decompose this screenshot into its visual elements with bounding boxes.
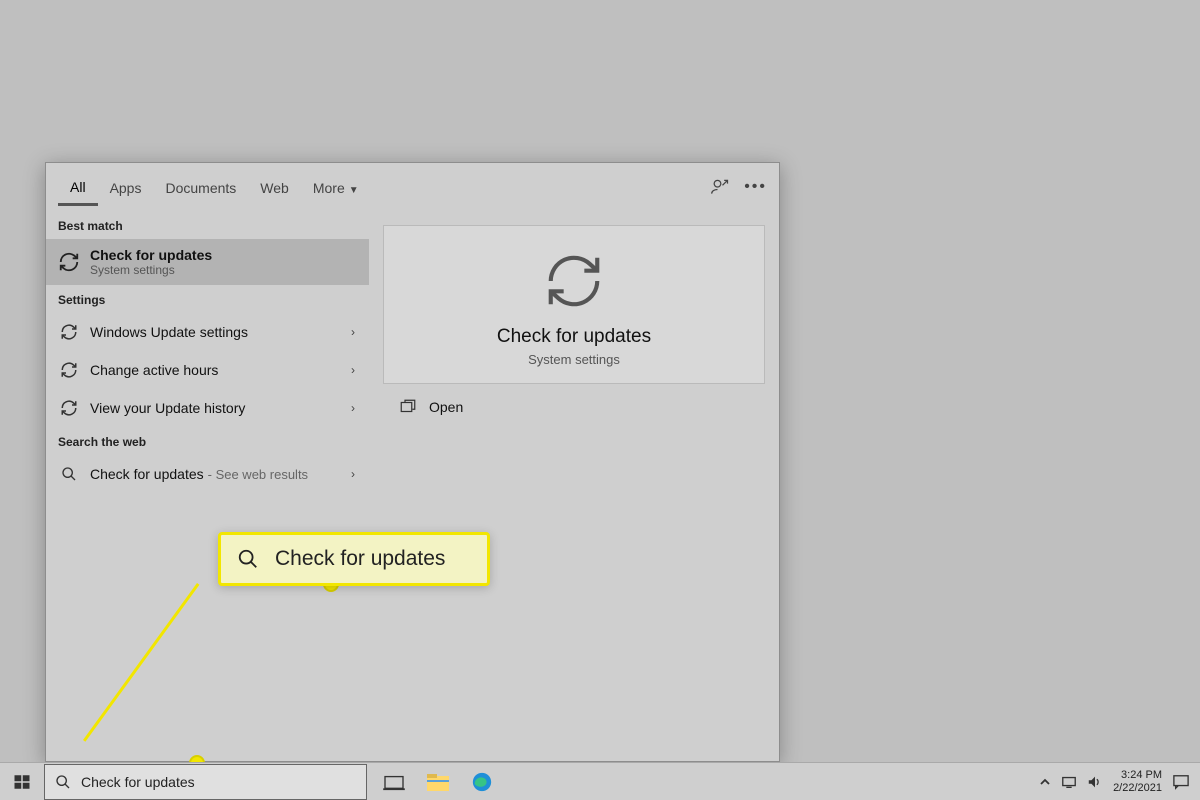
chevron-right-icon: › xyxy=(351,363,355,377)
chevron-right-icon: › xyxy=(351,401,355,415)
annotation-text: Check for updates xyxy=(275,547,445,571)
tab-all[interactable]: All xyxy=(58,169,98,206)
tab-web[interactable]: Web xyxy=(248,170,301,204)
section-header-web: Search the web xyxy=(46,427,369,455)
taskbar: Check for updates xyxy=(0,762,1200,800)
caret-down-icon: ▼ xyxy=(349,185,359,196)
network-icon[interactable] xyxy=(1061,775,1077,789)
result-web-search[interactable]: Check for updates - See web results › xyxy=(46,455,369,493)
search-tabs: All Apps Documents Web More ▼ ••• xyxy=(46,163,779,211)
refresh-icon xyxy=(58,251,80,273)
taskbar-search-box[interactable]: Check for updates xyxy=(44,764,367,800)
action-center-button[interactable] xyxy=(1172,774,1190,790)
tray-overflow-button[interactable] xyxy=(1039,776,1051,788)
refresh-icon xyxy=(58,397,80,419)
search-icon xyxy=(55,774,71,790)
chevron-right-icon: › xyxy=(351,467,355,481)
section-header-settings: Settings xyxy=(46,285,369,313)
preview-card: Check for updates System settings xyxy=(383,225,765,384)
results-list: Best match Check for updates System sett… xyxy=(46,211,369,761)
tab-apps[interactable]: Apps xyxy=(98,170,154,204)
result-title: Windows Update settings xyxy=(90,324,248,340)
result-windows-update-settings[interactable]: Windows Update settings › xyxy=(46,313,369,351)
result-preview: Check for updates System settings Open xyxy=(369,211,779,761)
result-title: View your Update history xyxy=(90,400,245,416)
result-change-active-hours[interactable]: Change active hours › xyxy=(46,351,369,389)
start-button[interactable] xyxy=(0,763,44,800)
search-results-panel: All Apps Documents Web More ▼ ••• Best ma… xyxy=(45,162,780,762)
system-tray: 3:24 PM 2/22/2021 xyxy=(1039,769,1200,795)
result-web-suffix: - See web results xyxy=(208,467,308,482)
preview-subtitle: System settings xyxy=(394,352,754,367)
search-icon xyxy=(237,548,259,570)
result-title: Change active hours xyxy=(90,362,218,378)
taskbar-clock[interactable]: 3:24 PM 2/22/2021 xyxy=(1113,769,1162,795)
refresh-icon xyxy=(58,321,80,343)
result-title: Check for updates xyxy=(90,247,212,263)
chevron-right-icon: › xyxy=(351,325,355,339)
section-header-best-match: Best match xyxy=(46,211,369,239)
volume-icon[interactable] xyxy=(1087,775,1103,789)
tab-more-label: More xyxy=(313,180,345,196)
windows-logo-icon xyxy=(13,773,31,791)
result-subtitle: System settings xyxy=(90,263,212,277)
result-title: Check for updates xyxy=(90,466,204,482)
preview-title: Check for updates xyxy=(394,326,754,348)
task-view-button[interactable] xyxy=(381,769,407,795)
more-options-icon[interactable]: ••• xyxy=(744,178,767,196)
feedback-icon[interactable] xyxy=(710,177,730,197)
search-icon xyxy=(58,463,80,485)
preview-action-open[interactable]: Open xyxy=(383,384,765,430)
file-explorer-button[interactable] xyxy=(425,769,451,795)
preview-action-label: Open xyxy=(429,399,463,415)
result-view-update-history[interactable]: View your Update history › xyxy=(46,389,369,427)
clock-date: 2/22/2021 xyxy=(1113,782,1162,795)
open-icon xyxy=(399,398,417,416)
annotation-callout: Check for updates xyxy=(218,532,490,586)
clock-time: 3:24 PM xyxy=(1113,769,1162,782)
taskbar-search-value: Check for updates xyxy=(81,774,195,790)
result-best-match[interactable]: Check for updates System settings xyxy=(46,239,369,285)
tab-documents[interactable]: Documents xyxy=(153,170,248,204)
refresh-icon xyxy=(543,250,605,312)
tab-more[interactable]: More ▼ xyxy=(301,170,371,204)
edge-browser-button[interactable] xyxy=(469,769,495,795)
refresh-icon xyxy=(58,359,80,381)
